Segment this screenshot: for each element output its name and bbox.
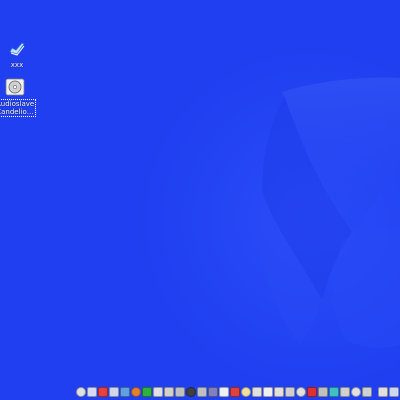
spreadsheet-icon[interactable]	[296, 387, 306, 397]
calendar-icon[interactable]	[230, 387, 240, 397]
close-red-icon[interactable]	[307, 387, 317, 397]
notes-icon[interactable]	[263, 387, 273, 397]
mail-icon[interactable]	[87, 387, 97, 397]
speaker-icon[interactable]	[197, 387, 207, 397]
file-icon[interactable]	[285, 387, 295, 397]
label-line-2: Candelio…	[0, 108, 34, 116]
cd-audio-icon	[5, 78, 25, 96]
edit-icon[interactable]	[252, 387, 262, 397]
desktop-wallpaper	[0, 0, 400, 400]
terminal-icon[interactable]	[164, 387, 174, 397]
globe-icon[interactable]	[76, 387, 86, 397]
write-icon[interactable]	[274, 387, 284, 397]
network-icon[interactable]	[208, 387, 218, 397]
run-icon[interactable]	[318, 387, 328, 397]
tools-icon[interactable]	[340, 387, 350, 397]
desktop-icon-audioslave[interactable]: Audioslave- Candelio…	[0, 78, 36, 117]
desktop-icon-label: xxx	[10, 61, 24, 69]
monitor-icon[interactable]	[109, 387, 119, 397]
bookmark-icon[interactable]	[329, 387, 339, 397]
media-icon[interactable]	[186, 387, 196, 397]
toggle-icon[interactable]	[351, 387, 361, 397]
pen-icon[interactable]	[153, 387, 163, 397]
blue-folder-icon	[7, 40, 27, 58]
power-icon[interactable]	[362, 387, 372, 397]
label-line-1: Audioslave-	[0, 100, 34, 108]
lifebuoy-icon[interactable]	[98, 387, 108, 397]
image-icon[interactable]	[241, 387, 251, 397]
pencil-icon[interactable]	[378, 387, 388, 397]
document-icon[interactable]	[219, 387, 229, 397]
display-icon[interactable]	[389, 387, 399, 397]
chat-icon[interactable]	[142, 387, 152, 397]
desktop-icon-xxx[interactable]: xxx	[0, 40, 37, 69]
cd-icon[interactable]	[175, 387, 185, 397]
desktop-icon-label-selected: Audioslave- Candelio…	[0, 99, 36, 117]
globe-blue-icon[interactable]	[120, 387, 130, 397]
taskbar	[76, 384, 400, 400]
mozilla-icon[interactable]	[131, 387, 141, 397]
